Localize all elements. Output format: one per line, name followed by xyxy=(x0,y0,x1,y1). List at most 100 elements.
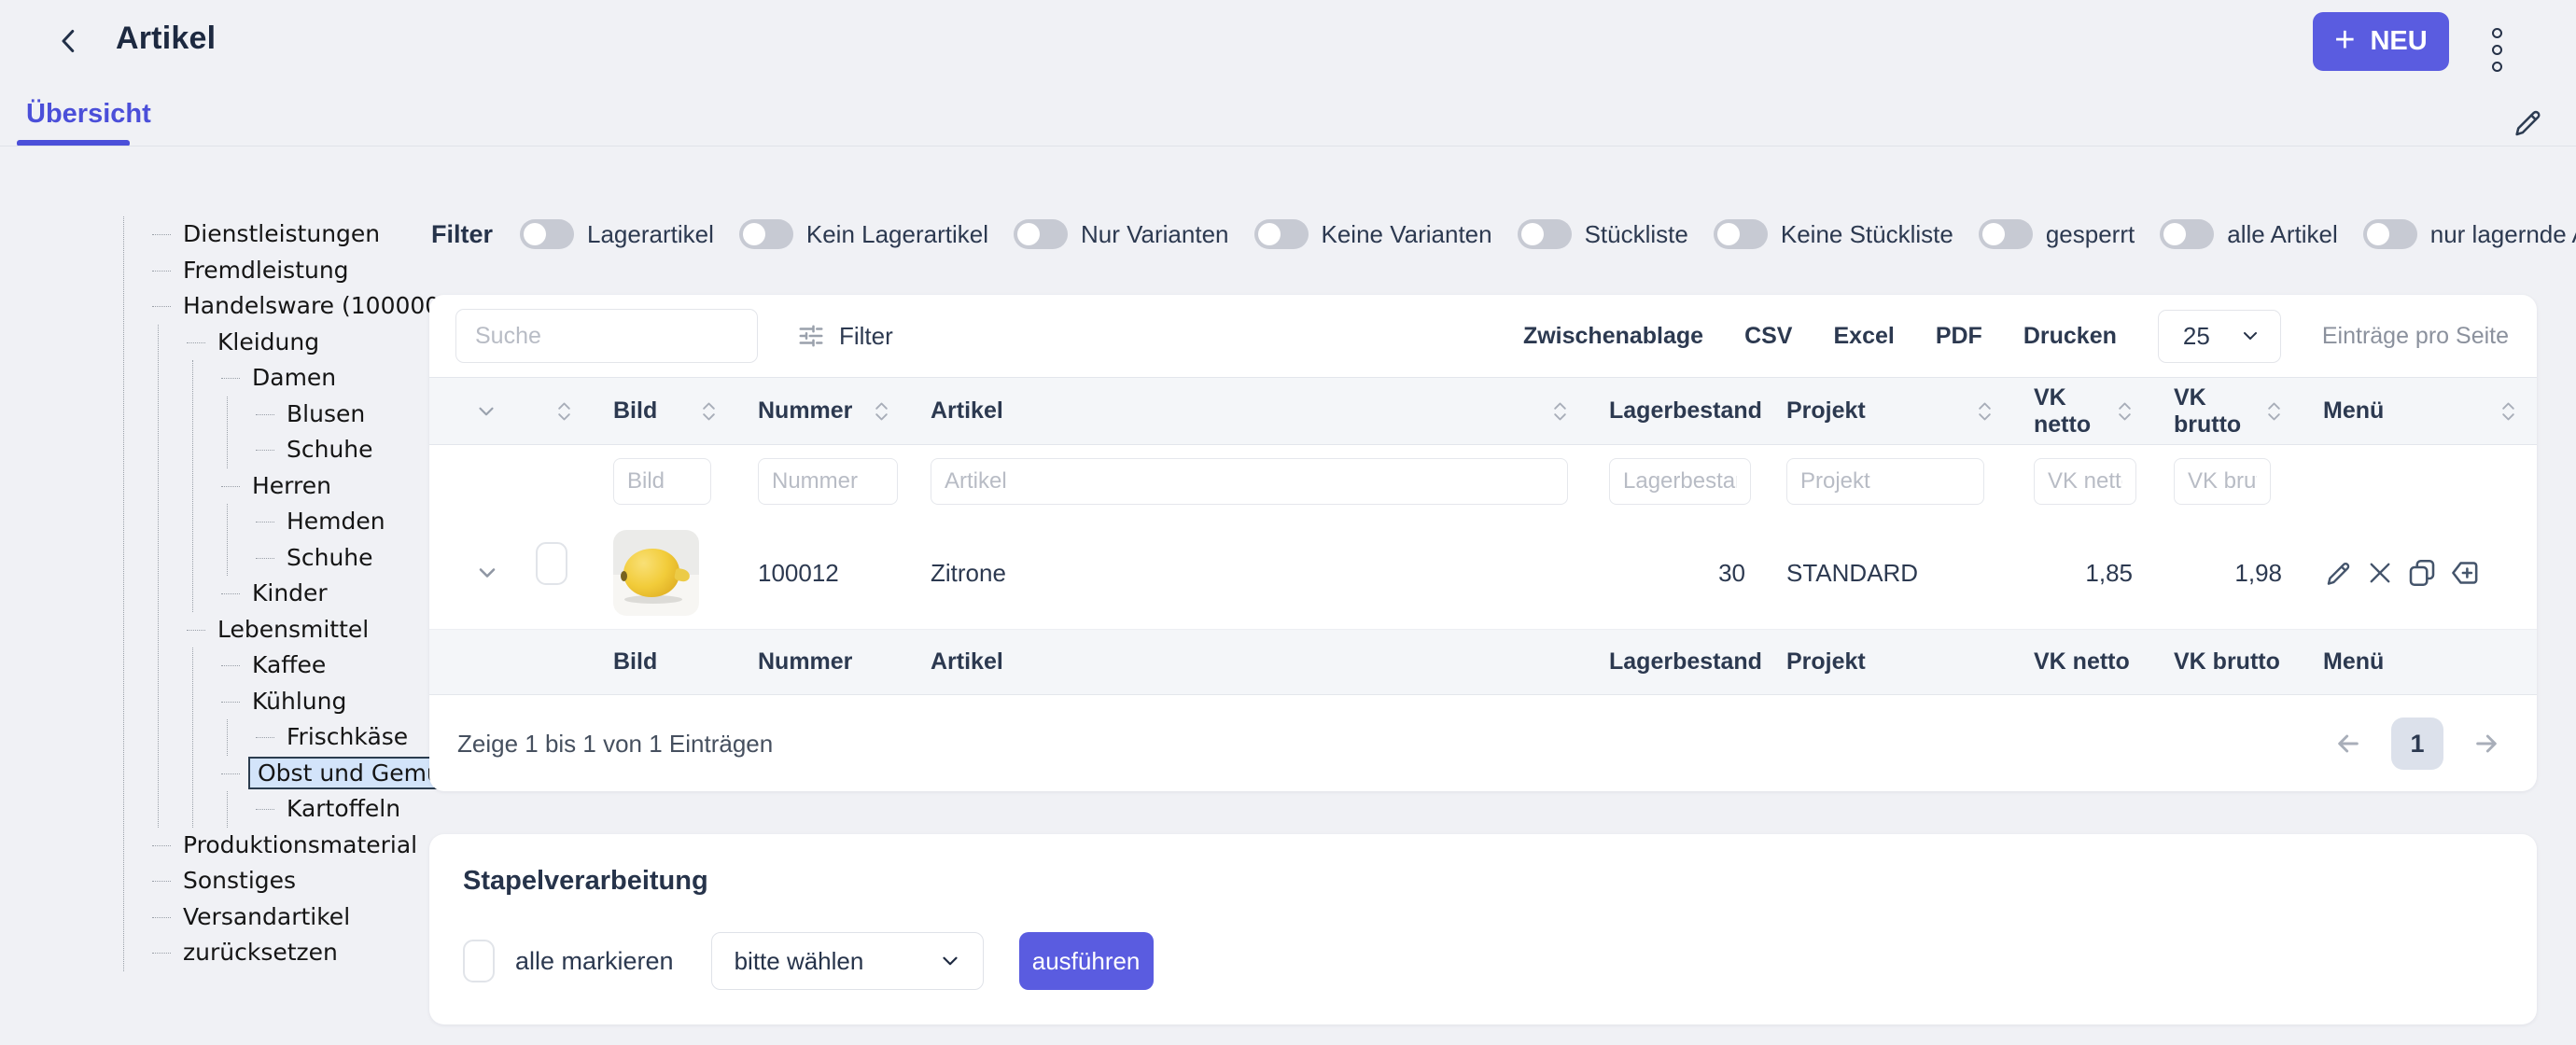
new-button[interactable]: + NEU xyxy=(2313,12,2449,71)
toggle-nur-varianten[interactable]: Nur Varianten xyxy=(1014,219,1229,249)
chevron-down-icon xyxy=(2239,325,2261,347)
column-header-menue[interactable]: Menü xyxy=(2323,397,2384,425)
sort-icon[interactable] xyxy=(701,400,717,423)
sort-icon[interactable] xyxy=(2117,400,2133,423)
toggle-switch[interactable] xyxy=(1014,219,1068,249)
batch-action-select[interactable]: bitte wählen xyxy=(711,932,984,990)
next-page-icon[interactable] xyxy=(2471,729,2501,759)
row-expand-icon[interactable] xyxy=(474,560,500,586)
tree-node-kaffee[interactable]: Kaffee xyxy=(248,650,329,679)
copy-row-icon[interactable] xyxy=(2405,556,2439,590)
tree-node-kleidung[interactable]: Kleidung xyxy=(214,327,323,356)
column-header-lagerbestand[interactable]: Lagerbestand xyxy=(1609,397,1762,425)
tree-node-frischkaese[interactable]: Frischkäse xyxy=(283,722,412,751)
select-all-checkbox[interactable] xyxy=(463,940,495,982)
row-checkbox[interactable] xyxy=(536,542,567,585)
cell-nummer: 100012 xyxy=(737,518,910,630)
column-header-vk-netto[interactable]: VK netto xyxy=(2034,384,2109,439)
tab-uebersicht[interactable]: Übersicht xyxy=(26,99,151,130)
cell-artikel: Zitrone xyxy=(910,518,1589,630)
article-image-zitrone[interactable] xyxy=(613,530,699,616)
filter-input-vk-brutto[interactable] xyxy=(2174,458,2271,505)
tree-node-dienstleistungen[interactable]: Dienstleistungen xyxy=(179,219,384,248)
toggle-switch[interactable] xyxy=(1979,219,2033,249)
tree-node-kinder[interactable]: Kinder xyxy=(248,578,331,607)
sort-icon[interactable] xyxy=(1552,400,1568,423)
tree-node-produktionsmaterial[interactable]: Produktionsmaterial xyxy=(179,830,421,859)
toggle-nur-lagernde-artikel[interactable]: nur lagernde Artikel xyxy=(2363,219,2576,249)
tree-item: Produktionsmaterial xyxy=(152,828,477,864)
tree-node-blusen[interactable]: Blusen xyxy=(283,399,369,428)
edit-row-icon[interactable] xyxy=(2323,557,2355,589)
column-header-projekt[interactable]: Projekt xyxy=(1786,397,1866,425)
sort-icon[interactable] xyxy=(2266,400,2282,423)
tree-node-versandartikel[interactable]: Versandartikel xyxy=(179,902,354,931)
toggle-gesperrt[interactable]: gesperrt xyxy=(1979,219,2135,249)
tree-node-sonstiges[interactable]: Sonstiges xyxy=(179,866,300,895)
delete-row-icon[interactable] xyxy=(2364,557,2396,589)
tree-node-herren[interactable]: Herren xyxy=(248,471,335,500)
toggle-alle-artikel[interactable]: alle Artikel xyxy=(2160,219,2338,249)
execute-button[interactable]: ausführen xyxy=(1019,932,1154,990)
edit-pencil-icon[interactable] xyxy=(2511,104,2546,140)
footer-col-artikel: Artikel xyxy=(910,630,1589,695)
sort-icon[interactable] xyxy=(2500,400,2516,423)
tree-node-zuruecksetzen[interactable]: zurücksetzen xyxy=(179,938,342,967)
toggle-stueckliste[interactable]: Stückliste xyxy=(1518,219,1688,249)
page-size-select[interactable]: 25 xyxy=(2158,310,2281,363)
sort-icon[interactable] xyxy=(556,400,572,423)
expand-all-icon[interactable] xyxy=(474,399,498,424)
tag-add-icon[interactable] xyxy=(2448,556,2482,590)
filter-input-nummer[interactable] xyxy=(758,458,898,505)
tree-node-lebensmittel[interactable]: Lebensmittel xyxy=(214,615,372,644)
kebab-menu-icon[interactable] xyxy=(2488,24,2506,76)
export-excel-button[interactable]: Excel xyxy=(1833,323,1894,350)
filter-input-bild[interactable] xyxy=(613,458,711,505)
toggle-switch[interactable] xyxy=(1518,219,1572,249)
page-title: Artikel xyxy=(116,21,216,57)
sort-icon[interactable] xyxy=(1977,400,1993,423)
article-table: Bild Nummer Artikel Lagerbestand Projekt… xyxy=(429,377,2537,695)
tree-node-damen[interactable]: Damen xyxy=(248,363,340,392)
cell-vk-netto: 1,85 xyxy=(2013,518,2153,630)
tree-node-kartoffeln[interactable]: Kartoffeln xyxy=(283,794,404,823)
search-input[interactable] xyxy=(455,309,758,363)
previous-page-icon[interactable] xyxy=(2333,729,2363,759)
filter-input-artikel[interactable] xyxy=(931,458,1568,505)
export-pdf-button[interactable]: PDF xyxy=(1936,323,1982,350)
page-number-button[interactable]: 1 xyxy=(2391,718,2443,770)
column-header-vk-brutto[interactable]: VK brutto xyxy=(2174,384,2259,439)
tree-item: Fremdleistung xyxy=(152,253,477,289)
toggle-keine-varianten[interactable]: Keine Varianten xyxy=(1254,219,1492,249)
toggle-lagerartikel[interactable]: Lagerartikel xyxy=(520,219,714,249)
tree-node-kuehlung[interactable]: Kühlung xyxy=(248,687,350,716)
tree-node-handelsware[interactable]: Handelsware (100000) xyxy=(179,291,453,320)
footer-col-projekt: Projekt xyxy=(1766,630,2013,695)
filter-input-vk-netto[interactable] xyxy=(2034,458,2136,505)
print-button[interactable]: Drucken xyxy=(2023,323,2117,350)
sliders-icon xyxy=(797,322,825,350)
toggle-keine-stueckliste[interactable]: Keine Stückliste xyxy=(1714,219,1953,249)
tree-node-hemden[interactable]: Hemden xyxy=(283,507,389,536)
filter-button[interactable]: Filter xyxy=(797,322,893,351)
filter-input-lagerbestand[interactable] xyxy=(1609,458,1751,505)
tree-node-schuhe-damen[interactable]: Schuhe xyxy=(283,435,377,464)
sort-icon[interactable] xyxy=(874,400,889,423)
export-zwischenablage-button[interactable]: Zwischenablage xyxy=(1523,323,1703,350)
column-header-nummer[interactable]: Nummer xyxy=(758,397,852,425)
toggle-switch[interactable] xyxy=(520,219,574,249)
filter-input-projekt[interactable] xyxy=(1786,458,1984,505)
toggle-kein-lagerartikel[interactable]: Kein Lagerartikel xyxy=(739,219,988,249)
tree-node-fremdleistung[interactable]: Fremdleistung xyxy=(179,256,353,285)
toggle-switch[interactable] xyxy=(1254,219,1309,249)
back-icon[interactable] xyxy=(52,24,86,58)
toggle-switch[interactable] xyxy=(2363,219,2417,249)
column-header-bild[interactable]: Bild xyxy=(613,397,657,425)
toggle-switch[interactable] xyxy=(2160,219,2214,249)
toggle-switch[interactable] xyxy=(1714,219,1768,249)
tree-node-schuhe-herren[interactable]: Schuhe xyxy=(283,543,377,572)
column-header-artikel[interactable]: Artikel xyxy=(931,397,1003,425)
table-row: 100012 Zitrone 30 STANDARD 1,85 1,98 xyxy=(429,518,2537,630)
toggle-switch[interactable] xyxy=(739,219,793,249)
export-csv-button[interactable]: CSV xyxy=(1744,323,1792,350)
